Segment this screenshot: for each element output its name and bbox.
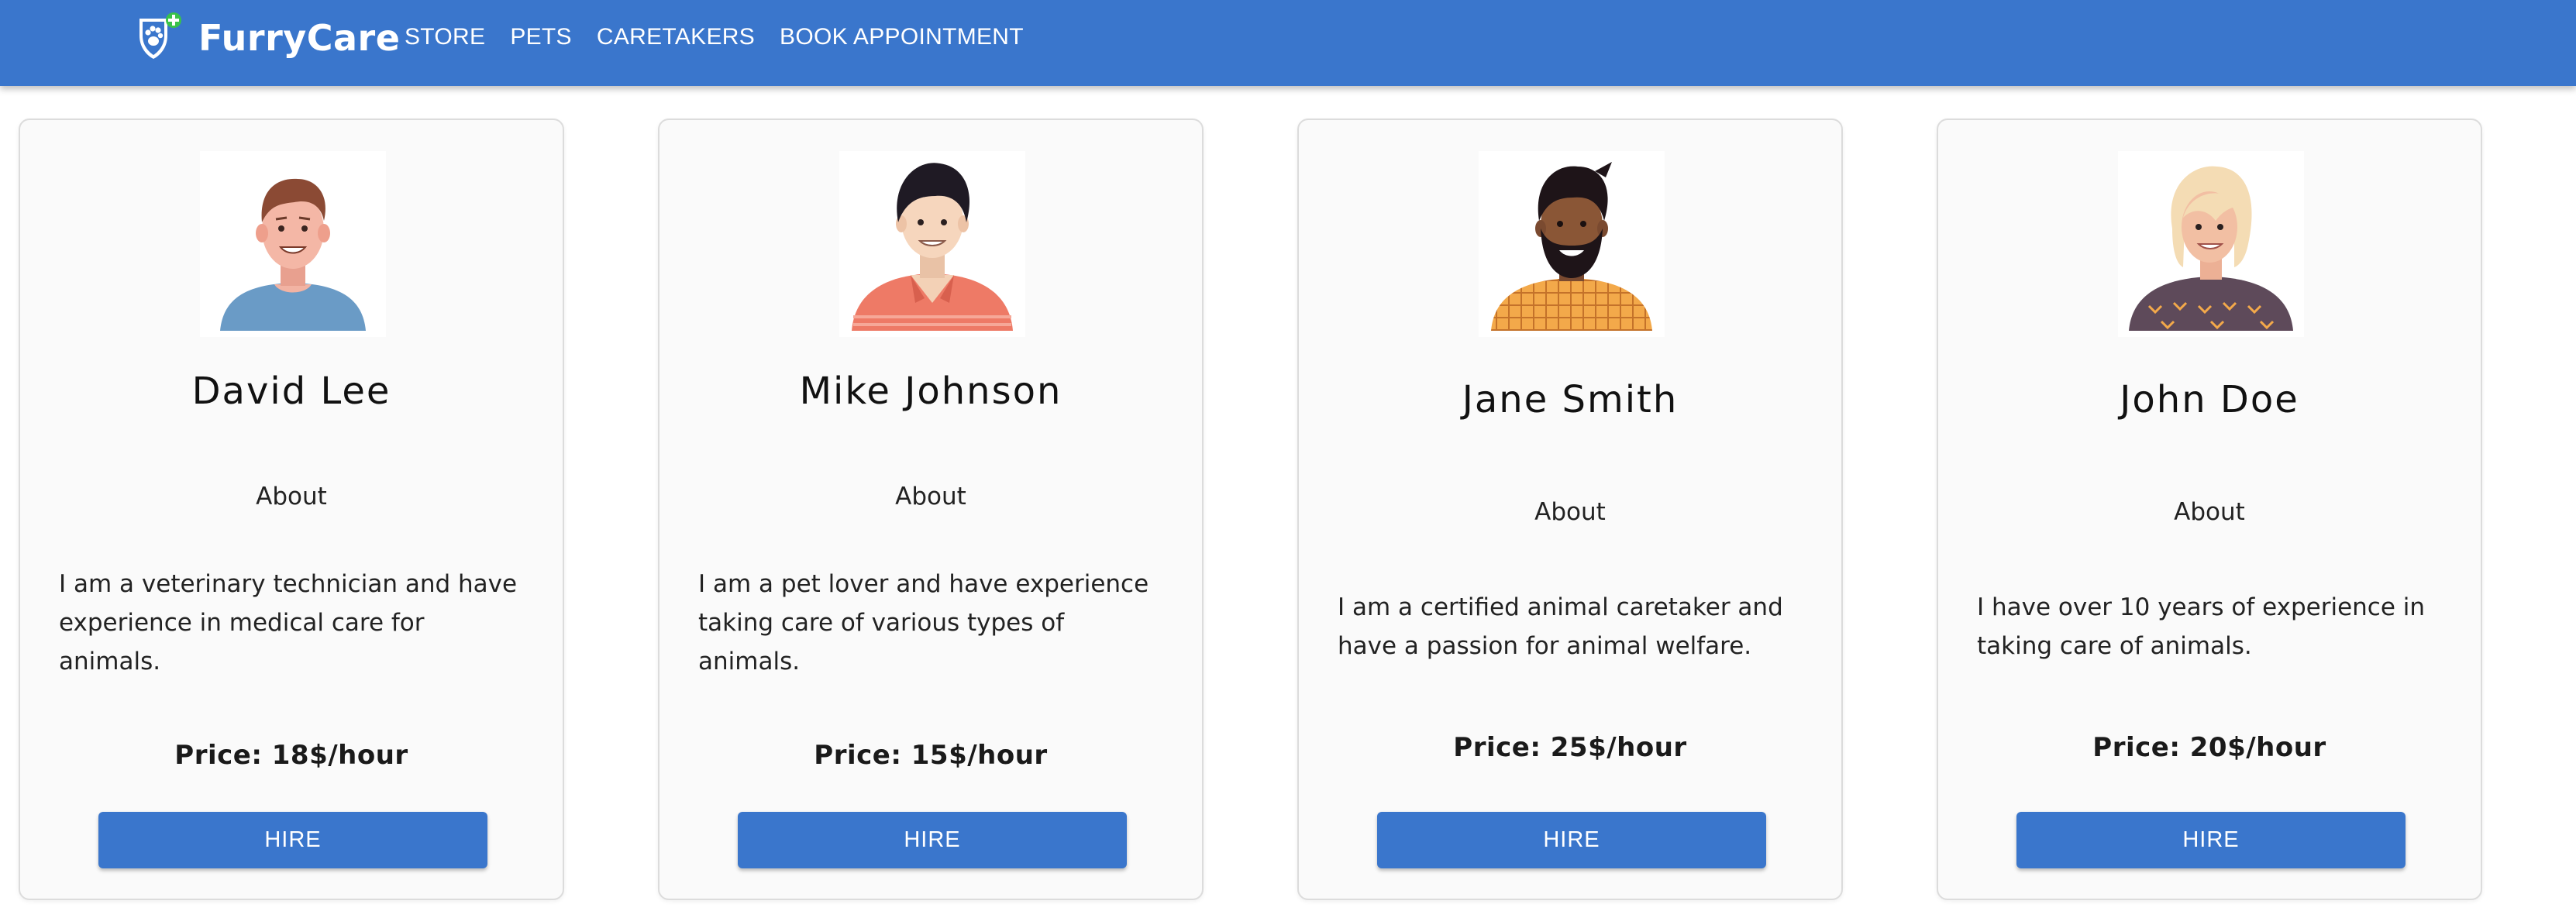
- caretaker-card-grid: David Lee About I am a veterinary techni…: [0, 0, 2576, 911]
- price-label: Price: 20$/hour: [2092, 732, 2326, 763]
- price-label: Price: 15$/hour: [814, 740, 1048, 771]
- caretaker-card: David Lee About I am a veterinary techni…: [19, 119, 564, 900]
- nav-link-caretakers[interactable]: CARETAKERS: [584, 18, 767, 57]
- about-heading: About: [2174, 498, 2245, 526]
- price-label: Price: 18$/hour: [174, 740, 408, 771]
- hire-button[interactable]: HIRE: [98, 812, 487, 868]
- brand-name: FurryCare: [198, 17, 401, 59]
- about-heading: About: [256, 483, 327, 511]
- about-text: I am a veterinary technician and have ex…: [59, 570, 518, 676]
- about-text: I am a pet lover and have experience tak…: [698, 570, 1149, 676]
- caretaker-name: John Doe: [2120, 378, 2299, 421]
- hire-button[interactable]: HIRE: [2016, 812, 2406, 868]
- nav-link-store[interactable]: STORE: [392, 18, 498, 57]
- caretaker-avatar: [839, 151, 1025, 337]
- about-text: I have over 10 years of experience in ta…: [1977, 593, 2426, 660]
- caretaker-name: Jane Smith: [1462, 378, 1679, 421]
- about-text: I am a certified animal caretaker and ha…: [1338, 593, 1783, 660]
- about-heading: About: [1534, 498, 1606, 526]
- nav-link-book-appointment[interactable]: BOOK APPOINTMENT: [767, 18, 1036, 57]
- hire-button[interactable]: HIRE: [1377, 812, 1766, 868]
- caretaker-card: Jane Smith About I am a certified animal…: [1297, 119, 1843, 900]
- about-heading: About: [895, 483, 966, 511]
- caretaker-name: David Lee: [191, 370, 391, 413]
- main-nav: STORE PETS CARETAKERS BOOK APPOINTMENT: [392, 17, 1036, 57]
- app-bar: FurryCare STORE PETS CARETAKERS BOOK APP…: [0, 0, 2576, 86]
- caretaker-avatar: [2118, 151, 2304, 337]
- man-blue-shirt-avatar-icon: [200, 151, 386, 337]
- caretaker-avatar: [200, 151, 386, 337]
- blonde-woman-sweater-avatar-icon: [2118, 151, 2304, 337]
- bearded-man-plaid-shirt-avatar-icon: [1479, 151, 1665, 337]
- nav-link-pets[interactable]: PETS: [498, 18, 584, 57]
- caretaker-name: Mike Johnson: [799, 370, 1062, 413]
- caretaker-card: Mike Johnson About I am a pet lover and …: [658, 119, 1204, 900]
- caretaker-avatar: [1479, 151, 1665, 337]
- price-label: Price: 25$/hour: [1453, 732, 1687, 763]
- man-coral-polo-avatar-icon: [839, 151, 1025, 337]
- paw-shield-logo-icon: [139, 12, 181, 59]
- caretaker-card: John Doe About I have over 10 years of e…: [1937, 119, 2482, 900]
- brand-logo-link[interactable]: FurryCare: [133, 11, 400, 65]
- hire-button[interactable]: HIRE: [738, 812, 1127, 868]
